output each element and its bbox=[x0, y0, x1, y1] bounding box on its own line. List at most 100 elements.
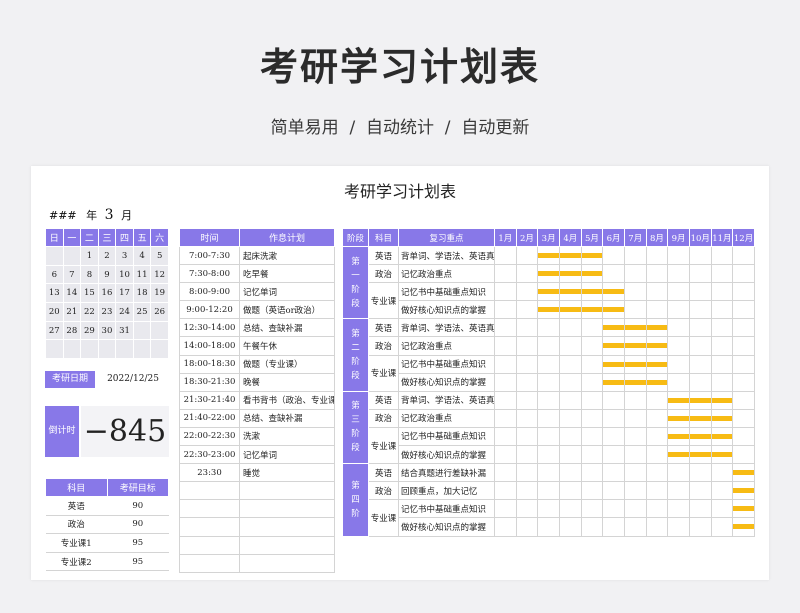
calendar-day[interactable]: 4 bbox=[132, 246, 152, 266]
schedule-activity[interactable]: 晚餐 bbox=[239, 372, 335, 392]
gantt-cell[interactable] bbox=[667, 481, 690, 501]
gantt-cell[interactable] bbox=[732, 336, 755, 356]
plan-focus[interactable]: 背单词、学语法、英语真题 bbox=[398, 245, 495, 266]
schedule-activity[interactable]: 总结、查缺补漏 bbox=[239, 318, 335, 338]
schedule-activity[interactable]: 记忆单词 bbox=[239, 282, 335, 302]
gantt-cell[interactable] bbox=[623, 390, 647, 410]
gantt-cell[interactable] bbox=[494, 354, 517, 374]
calendar-day[interactable]: 17 bbox=[115, 283, 134, 304]
gantt-cell[interactable] bbox=[645, 426, 669, 447]
gantt-cell[interactable] bbox=[688, 517, 712, 537]
calendar-day[interactable]: 8 bbox=[80, 264, 99, 285]
plan-focus[interactable]: 记忆书中基础重点知识 bbox=[398, 282, 495, 302]
gantt-cell[interactable] bbox=[602, 390, 625, 410]
gantt-cell[interactable] bbox=[645, 445, 669, 465]
calendar-day[interactable]: 9 bbox=[97, 264, 117, 285]
plan-focus[interactable]: 结合真题进行差缺补漏 bbox=[398, 463, 495, 483]
gantt-cell[interactable] bbox=[732, 426, 755, 447]
gantt-cell[interactable] bbox=[580, 354, 604, 374]
calendar-day[interactable]: 15 bbox=[80, 283, 99, 304]
gantt-cell[interactable] bbox=[537, 426, 560, 447]
gantt-cell[interactable] bbox=[602, 481, 625, 501]
gantt-cell[interactable] bbox=[602, 517, 625, 537]
gantt-cell[interactable] bbox=[688, 481, 712, 501]
gantt-cell[interactable] bbox=[710, 499, 734, 519]
gantt-cell[interactable] bbox=[494, 336, 517, 356]
gantt-cell[interactable] bbox=[537, 445, 560, 465]
gantt-cell[interactable] bbox=[732, 445, 755, 465]
gantt-cell[interactable] bbox=[710, 264, 734, 284]
plan-focus[interactable]: 回顾重点，加大记忆 bbox=[398, 481, 495, 501]
gantt-cell[interactable] bbox=[580, 282, 604, 302]
gantt-cell[interactable] bbox=[645, 264, 669, 284]
calendar-day[interactable] bbox=[62, 246, 82, 266]
calendar-day[interactable] bbox=[80, 339, 99, 360]
gantt-cell[interactable] bbox=[580, 499, 604, 519]
plan-focus[interactable]: 做好核心知识点的掌握 bbox=[398, 372, 495, 392]
gantt-cell[interactable] bbox=[602, 372, 625, 392]
gantt-cell[interactable] bbox=[537, 245, 560, 266]
gantt-cell[interactable] bbox=[667, 390, 690, 410]
gantt-cell[interactable] bbox=[688, 264, 712, 284]
schedule-time[interactable] bbox=[179, 553, 240, 573]
schedule-time[interactable]: 7:30-8:00 bbox=[179, 264, 240, 284]
calendar-day[interactable]: 10 bbox=[115, 264, 134, 285]
gantt-cell[interactable] bbox=[667, 499, 690, 519]
gantt-cell[interactable] bbox=[602, 408, 625, 428]
gantt-cell[interactable] bbox=[623, 463, 647, 483]
calendar-day[interactable]: 3 bbox=[115, 246, 134, 266]
schedule-time[interactable]: 18:00-18:30 bbox=[179, 354, 240, 374]
gantt-cell[interactable] bbox=[537, 517, 560, 537]
calendar-day[interactable]: 13 bbox=[45, 283, 64, 304]
gantt-cell[interactable] bbox=[580, 336, 604, 356]
gantt-cell[interactable] bbox=[515, 372, 539, 392]
plan-subject[interactable]: 政治 bbox=[368, 336, 399, 356]
plan-focus[interactable]: 记忆政治重点 bbox=[398, 336, 495, 356]
gantt-cell[interactable] bbox=[602, 426, 625, 447]
gantt-cell[interactable] bbox=[688, 336, 712, 356]
schedule-activity[interactable]: 做题（英语or政治） bbox=[239, 300, 335, 320]
calendar-day[interactable] bbox=[45, 339, 64, 360]
gantt-cell[interactable] bbox=[688, 282, 712, 302]
gantt-cell[interactable] bbox=[558, 463, 582, 483]
gantt-cell[interactable] bbox=[732, 354, 755, 374]
gantt-cell[interactable] bbox=[602, 282, 625, 302]
calendar-day[interactable] bbox=[150, 320, 169, 341]
gantt-cell[interactable] bbox=[580, 264, 604, 284]
calendar-day[interactable]: 26 bbox=[150, 302, 169, 322]
goal-subject[interactable]: 英语 bbox=[45, 496, 107, 516]
schedule-activity[interactable] bbox=[239, 499, 335, 519]
calendar-day[interactable]: 30 bbox=[97, 320, 117, 341]
gantt-cell[interactable] bbox=[667, 408, 690, 428]
gantt-cell[interactable] bbox=[537, 408, 560, 428]
gantt-cell[interactable] bbox=[515, 445, 539, 465]
gantt-cell[interactable] bbox=[515, 336, 539, 356]
gantt-cell[interactable] bbox=[645, 499, 669, 519]
gantt-cell[interactable] bbox=[558, 354, 582, 374]
plan-focus[interactable]: 做好核心知识点的掌握 bbox=[398, 300, 495, 320]
gantt-cell[interactable] bbox=[537, 499, 560, 519]
gantt-cell[interactable] bbox=[515, 517, 539, 537]
gantt-cell[interactable] bbox=[558, 336, 582, 356]
gantt-cell[interactable] bbox=[537, 300, 560, 320]
plan-focus[interactable]: 记忆政治重点 bbox=[398, 408, 495, 428]
gantt-cell[interactable] bbox=[645, 245, 669, 266]
goal-subject[interactable]: 专业课1 bbox=[45, 533, 107, 553]
gantt-cell[interactable] bbox=[667, 445, 690, 465]
goal-score[interactable]: 95 bbox=[107, 552, 169, 572]
gantt-cell[interactable] bbox=[667, 426, 690, 447]
gantt-cell[interactable] bbox=[515, 282, 539, 302]
plan-subject[interactable]: 英语 bbox=[368, 390, 399, 410]
schedule-activity[interactable]: 吃早餐 bbox=[239, 264, 335, 284]
gantt-cell[interactable] bbox=[623, 499, 647, 519]
gantt-cell[interactable] bbox=[732, 300, 755, 320]
gantt-cell[interactable] bbox=[602, 264, 625, 284]
gantt-cell[interactable] bbox=[515, 463, 539, 483]
schedule-activity[interactable] bbox=[239, 553, 335, 573]
gantt-cell[interactable] bbox=[537, 282, 560, 302]
gantt-cell[interactable] bbox=[710, 300, 734, 320]
gantt-cell[interactable] bbox=[645, 318, 669, 338]
gantt-cell[interactable] bbox=[494, 463, 517, 483]
plan-focus[interactable]: 做好核心知识点的掌握 bbox=[398, 517, 495, 537]
gantt-cell[interactable] bbox=[667, 517, 690, 537]
